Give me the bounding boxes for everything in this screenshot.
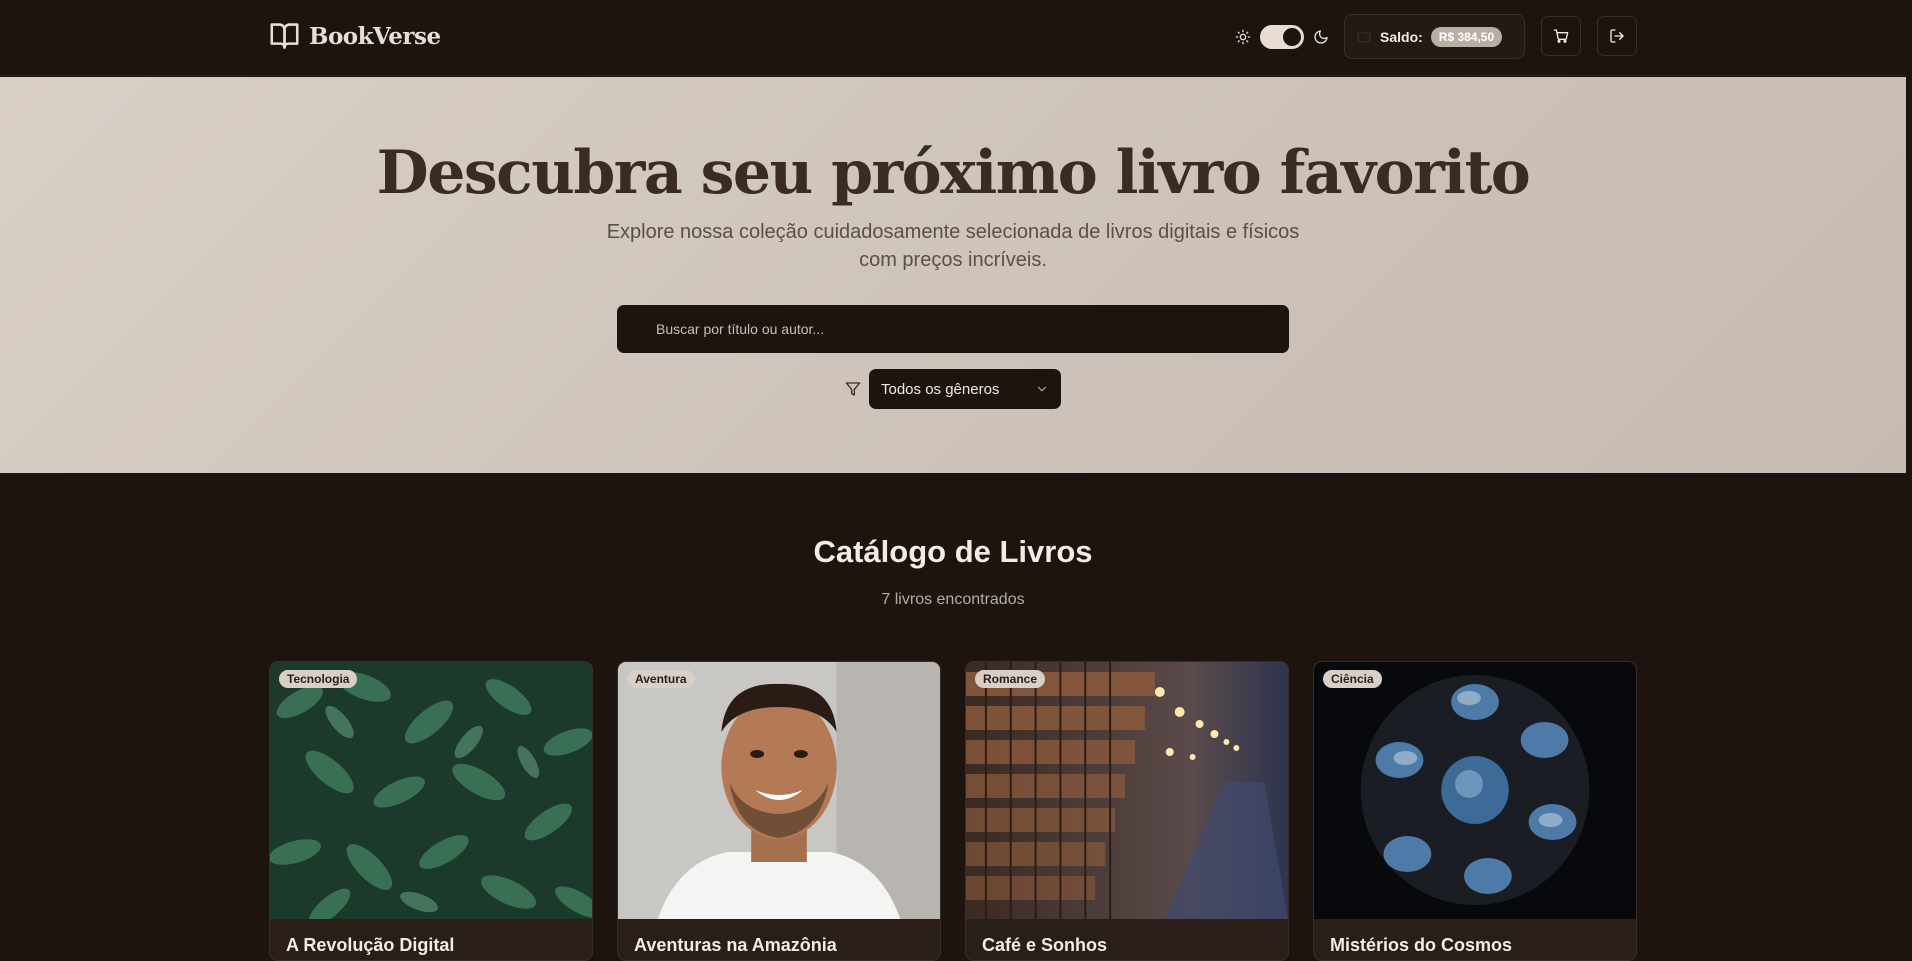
genre-select-value: Todos os gêneros [881,380,1000,398]
catalog-title: Catálogo de Livros [813,534,1093,569]
balance-display: Saldo: R$ 384,50 [1344,14,1525,59]
genre-badge: Romance [975,670,1046,688]
hero-subtitle: Explore nossa coleção cuidadosamente sel… [606,221,1300,271]
book-title: A Revolução Digital [286,935,455,955]
moon-icon [1314,30,1328,44]
book-card[interactable]: Ciência Mistérios do Cosmos [1313,661,1637,961]
wallet-icon [1357,31,1371,42]
book-title: Aventuras na Amazônia [634,935,837,955]
logout-button[interactable] [1597,16,1637,56]
genre-badge: Tecnologia [279,670,358,688]
book-card[interactable]: Romance Café e Sonhos [965,661,1289,961]
hero-title: Descubra seu próximo livro favorito [376,138,1531,208]
book-card[interactable]: Tecnologia A Revolução Digital [269,661,593,961]
book-cover-image [270,662,592,919]
balance-value: R$ 384,50 [1430,26,1503,47]
theme-toggle [1235,25,1329,49]
book-cover-image [618,662,940,919]
sun-icon [1235,29,1251,45]
catalog-count: 7 livros encontrados [881,591,1025,608]
brand-name: BookVerse [309,22,441,50]
book-cover-image [1314,662,1636,919]
switch-knob [1283,28,1301,46]
genre-badge: Aventura [627,670,695,688]
header: BookVerse Saldo: R$ 384,50 [0,0,1906,76]
book-card[interactable]: Aventura Aventuras na Amazônia [617,661,941,961]
book-cover-image [966,662,1288,919]
search-bar [617,305,1289,353]
logo[interactable]: BookVerse [269,22,441,50]
book-title: Café e Sonhos [982,935,1108,955]
search-icon [635,323,648,336]
balance-label: Saldo: [1380,28,1423,45]
hero-section: Descubra seu próximo livro favorito Expl… [0,77,1906,473]
theme-switch[interactable] [1260,25,1304,49]
cart-icon [1553,29,1569,43]
cart-button[interactable] [1541,16,1581,56]
genre-select[interactable]: Todos os gêneros [869,369,1061,409]
logout-icon [1610,29,1624,43]
filter-icon [845,382,861,396]
search-input[interactable] [649,305,1289,353]
filter-row: Todos os gêneros [845,369,1061,409]
book-open-icon [270,23,299,49]
genre-badge: Ciência [1323,670,1382,688]
book-title: Mistérios do Cosmos [1330,935,1513,955]
chevron-down-icon [1037,386,1047,392]
